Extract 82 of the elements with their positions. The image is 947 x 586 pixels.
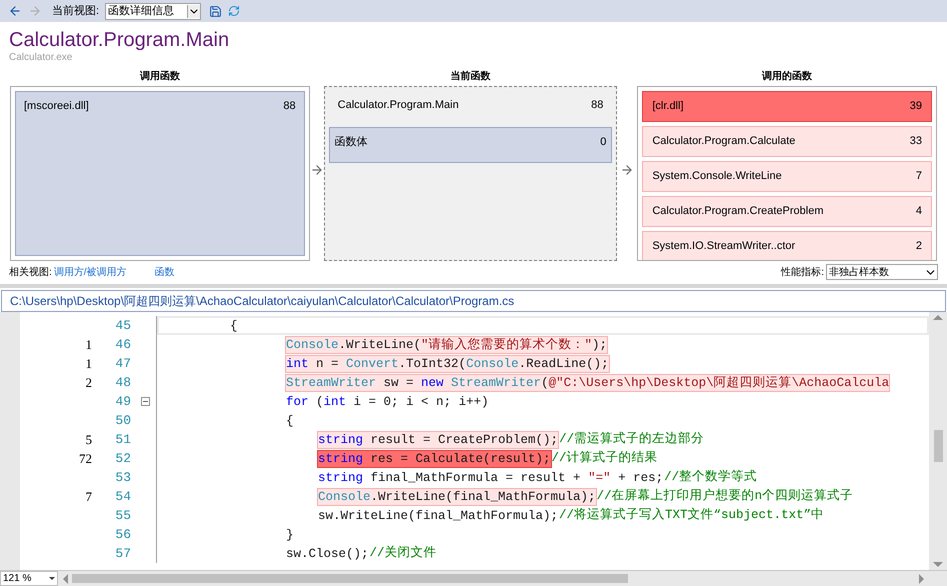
function-name: 函数体 xyxy=(334,135,368,150)
sample-count: 88 xyxy=(591,98,604,113)
callee-item[interactable]: System.Console.WriteLine 7 xyxy=(642,161,932,192)
code-statement: StreamWriter sw = new StreamWriter(@"C:\Users\hp\Desktop\阿超四则运算\AchaoCalcula xyxy=(285,374,890,392)
code-statement: { xyxy=(229,318,239,334)
function-body-item[interactable]: 函数体 0 xyxy=(328,127,612,163)
code-statement: int n = Convert.ToInt32(Console.ReadLine(); xyxy=(285,354,610,372)
sample-count: 0 xyxy=(600,135,606,150)
hit-count: 72 xyxy=(78,450,92,468)
column-heading: 调用的函数 xyxy=(760,70,814,84)
sample-count: 4 xyxy=(916,204,922,219)
caller-item[interactable]: [mscoreei.dll] 88 xyxy=(15,91,305,256)
function-name: Calculator.Program.CreateProblem xyxy=(652,204,824,219)
arrow-icon xyxy=(310,163,324,177)
function-name: System.Console.WriteLine xyxy=(652,169,782,184)
related-views-label: 相关视图: xyxy=(9,266,52,280)
callee-item[interactable]: Calculator.Program.Calculate 33 xyxy=(642,126,932,157)
file-path-bar: C:\Users\hp\Desktop\阿超四则运算\AchaoCalculator\caiyulan\Calculator\Calculator\Program.cs xyxy=(1,290,946,312)
hit-count: 1 xyxy=(84,336,92,354)
line-number: 48 xyxy=(114,374,131,392)
sample-count: 7 xyxy=(916,169,922,184)
line-number: 57 xyxy=(114,544,131,563)
function-name: System.IO.StreamWriter..ctor xyxy=(652,239,796,254)
refresh-icon[interactable] xyxy=(228,5,240,17)
view-dropdown[interactable]: 函数详细信息 xyxy=(105,2,202,20)
code-comment: //计算式子的结果 xyxy=(552,450,658,468)
line-number: 51 xyxy=(114,430,131,449)
line-number: 56 xyxy=(114,526,131,544)
code-statement: sw.Close(); xyxy=(285,546,370,562)
callee-item[interactable]: [clr.dll] 39 xyxy=(642,91,932,122)
code-comment: //整个数学等式 xyxy=(664,468,758,486)
back-button[interactable] xyxy=(8,4,22,18)
vertical-scrollbar[interactable] xyxy=(929,312,947,570)
function-name: Calculator.Program.Calculate xyxy=(652,134,796,149)
function-name: [clr.dll] xyxy=(652,99,684,114)
line-number: 55 xyxy=(114,506,131,525)
line-number: 47 xyxy=(114,354,131,373)
save-icon[interactable] xyxy=(209,4,222,18)
code-statement: } xyxy=(285,526,295,544)
code-statement: { xyxy=(285,412,295,430)
code-statement: string res = Calculate(result); xyxy=(317,450,552,468)
code-statement: sw.WriteLine(final_MathFormula); xyxy=(317,508,560,524)
sample-count: 2 xyxy=(916,239,922,254)
hit-count: 5 xyxy=(84,430,92,449)
metric-dropdown[interactable]: 非独占样本数 xyxy=(826,264,938,280)
line-number: 54 xyxy=(114,488,131,506)
hit-count: 7 xyxy=(84,488,92,506)
metric-label: 性能指标: xyxy=(781,266,824,280)
code-statement: for (int i = 0; i < n; i++) xyxy=(285,394,490,410)
zoom-dropdown[interactable]: 121 % xyxy=(0,571,58,586)
function-name: Calculator.Program.Main xyxy=(338,98,459,113)
code-statement: Console.WriteLine("请输入您需要的算术个数："); xyxy=(285,336,608,354)
view-label: 当前视图: xyxy=(52,4,100,19)
code-statement: string final_MathFormula = result + "=" + res; xyxy=(317,470,664,486)
view-link[interactable]: 调用方/被调用方 xyxy=(54,264,127,280)
line-number: 50 xyxy=(114,412,131,430)
column-heading: 调用函数 xyxy=(138,70,181,84)
callee-item[interactable]: System.IO.StreamWriter..ctor 2 xyxy=(642,231,932,260)
code-comment: //将运算式子写入TXT文件“subject.txt”中 xyxy=(559,506,824,524)
sample-count: 39 xyxy=(910,99,922,114)
line-number: 52 xyxy=(114,450,131,468)
line-number: 53 xyxy=(114,468,131,487)
code-statement: string result = CreateProblem(); xyxy=(317,430,560,448)
line-number: 46 xyxy=(114,336,131,354)
function-name: [mscoreei.dll] xyxy=(24,99,89,114)
view-link[interactable]: 函数 xyxy=(154,264,175,280)
sample-count: 33 xyxy=(910,134,922,149)
collapse-icon[interactable] xyxy=(141,397,150,406)
code-comment: //需运算式子的左边部分 xyxy=(559,430,704,448)
caret-icon xyxy=(187,4,200,18)
hit-count: 1 xyxy=(84,354,92,373)
code-comment: //关闭文件 xyxy=(370,544,437,562)
line-number: 49 xyxy=(114,392,131,411)
code-comment: //在屏幕上打印用户想要的n个四则运算式子 xyxy=(596,488,854,506)
column-heading: 当前函数 xyxy=(450,70,492,84)
code-statement: Console.WriteLine(final_MathFormula); xyxy=(317,488,597,506)
callee-item[interactable]: Calculator.Program.CreateProblem 4 xyxy=(642,196,932,227)
hit-count: 2 xyxy=(84,374,92,392)
module-name: Calculator.exe xyxy=(9,52,74,64)
sample-count: 88 xyxy=(283,99,296,114)
line-number: 45 xyxy=(114,316,131,335)
function-title: Calculator.Program.Main xyxy=(9,28,230,52)
